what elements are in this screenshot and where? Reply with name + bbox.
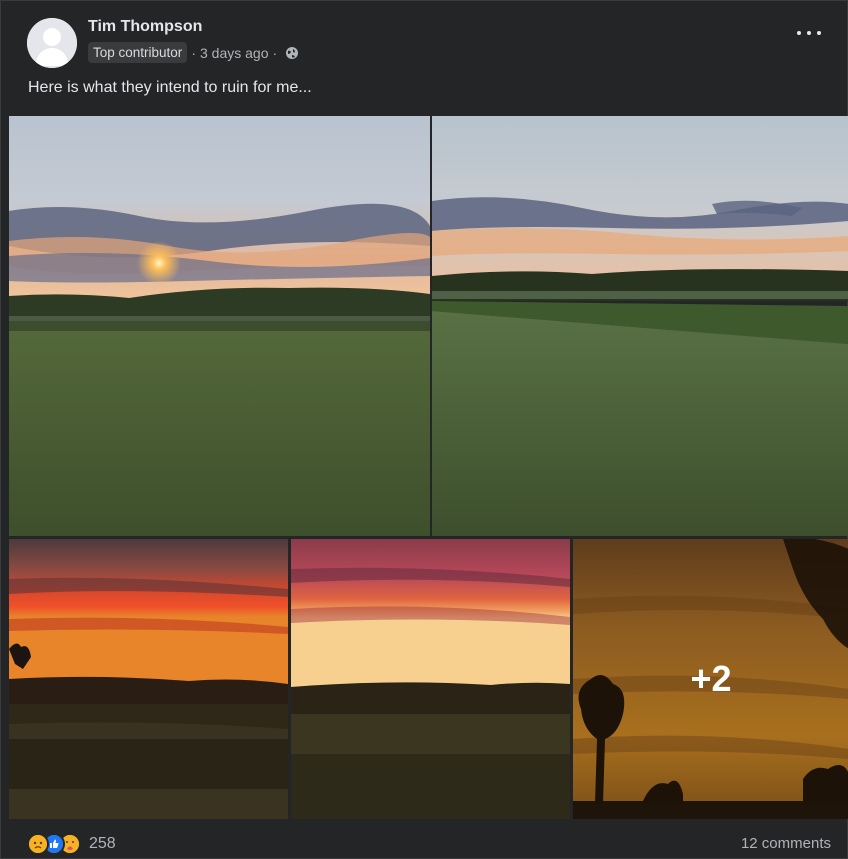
meta-separator: ·	[272, 44, 278, 61]
post-caption: Here is what they intend to ruin for me.…	[28, 79, 312, 96]
author-name[interactable]: Tim Thompson	[88, 18, 202, 36]
default-avatar-icon	[27, 18, 77, 68]
top-contributor-badge[interactable]: Top contributor	[88, 42, 188, 63]
comments-count[interactable]: 12 comments	[741, 835, 831, 852]
avatar[interactable]	[27, 18, 77, 68]
globe-icon[interactable]	[285, 46, 299, 60]
sad-reaction-icon	[27, 833, 49, 855]
more-options-icon[interactable]	[797, 27, 821, 39]
post-meta: Top contributor · 3 days ago ·	[88, 42, 299, 63]
reactions-summary[interactable]: 258	[27, 833, 116, 855]
photo-5[interactable]: +2	[573, 539, 848, 819]
post-card: Tim Thompson Top contributor · 3 days ag…	[0, 0, 848, 859]
photo-3[interactable]	[9, 539, 288, 819]
photo-1[interactable]	[9, 116, 430, 536]
photo-4[interactable]	[291, 539, 570, 819]
post-timestamp[interactable]: 3 days ago	[200, 45, 269, 61]
more-photos-count[interactable]: +2	[573, 539, 848, 819]
photo-2[interactable]	[432, 116, 848, 536]
reaction-count[interactable]: 258	[89, 835, 116, 853]
meta-separator: ·	[191, 44, 196, 61]
